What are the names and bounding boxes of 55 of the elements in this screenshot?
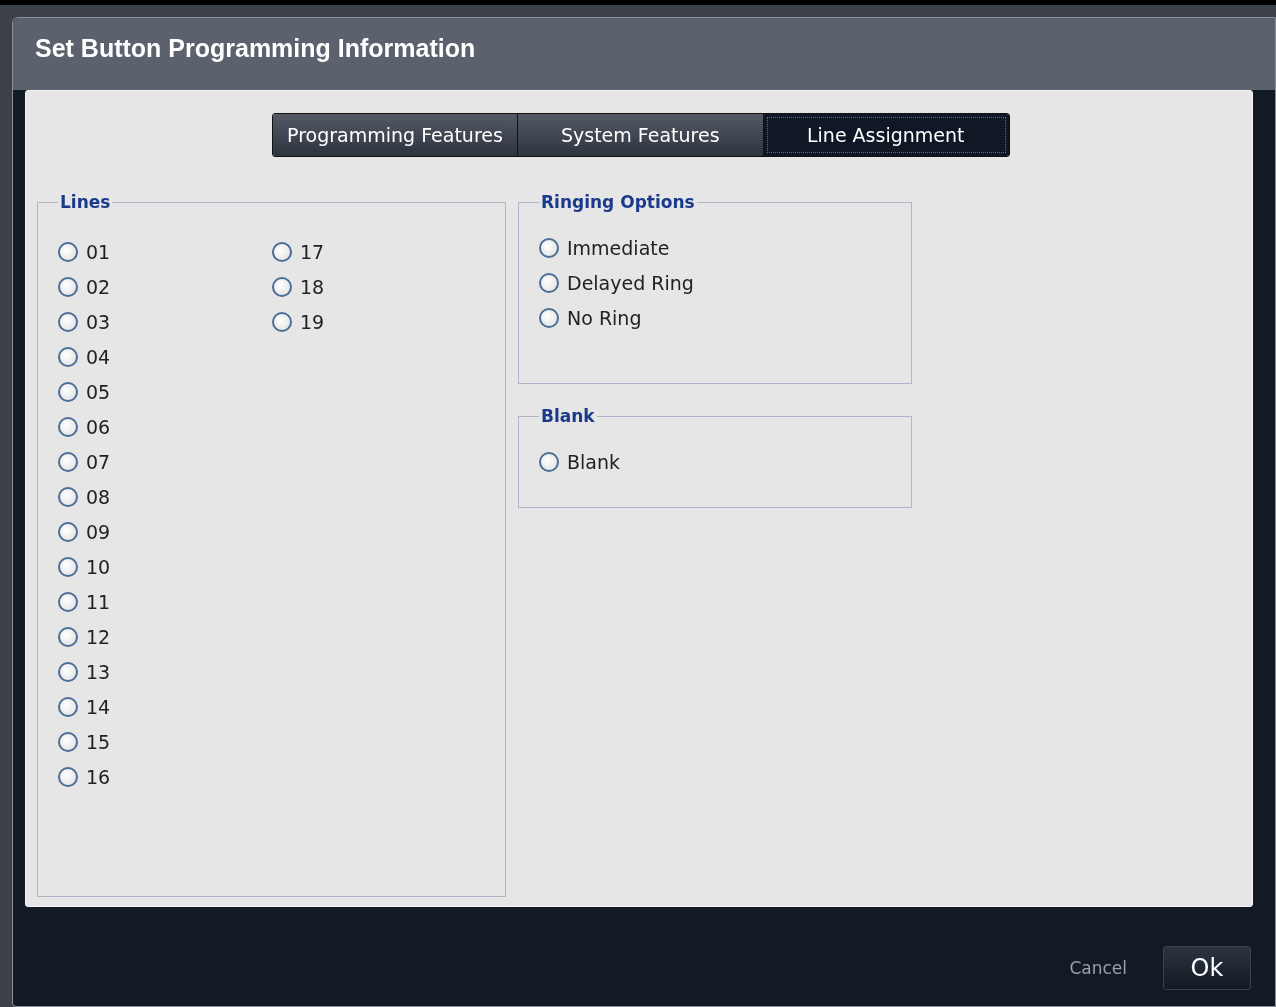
- group-title: Ringing Options: [540, 192, 696, 212]
- radio-button[interactable]: [58, 416, 78, 437]
- radio-button[interactable]: [58, 731, 78, 752]
- radio-label: 05: [86, 380, 111, 403]
- cancel-button[interactable]: Cancel: [1063, 956, 1133, 979]
- radio-button[interactable]: [58, 381, 78, 402]
- radio-button[interactable]: [539, 237, 559, 258]
- radio-button[interactable]: [58, 696, 78, 717]
- radio-button[interactable]: [58, 591, 78, 612]
- radio-label: 06: [86, 415, 111, 438]
- radio-label: 07: [86, 450, 111, 473]
- radio-button[interactable]: [58, 661, 78, 682]
- ok-button[interactable]: Ok: [1163, 945, 1251, 990]
- radio-button[interactable]: [58, 556, 78, 577]
- radio-button[interactable]: [272, 276, 292, 297]
- radio-label: 14: [86, 695, 111, 718]
- radio-button[interactable]: [58, 276, 78, 297]
- radio-button[interactable]: [58, 346, 78, 367]
- radio-label: Immediate: [567, 236, 670, 259]
- radio-label: 02: [86, 275, 111, 298]
- radio-label: 16: [86, 765, 111, 788]
- radio-button[interactable]: [58, 486, 78, 507]
- radio-button[interactable]: [58, 311, 78, 332]
- tab[interactable]: System Features: [518, 114, 764, 156]
- radio-label: 10: [86, 555, 111, 578]
- radio-label: 12: [86, 625, 111, 648]
- radio-button[interactable]: [58, 241, 78, 262]
- radio-label: 17: [300, 240, 325, 263]
- radio-label: 19: [300, 310, 325, 333]
- radio-button[interactable]: [539, 451, 559, 472]
- radio-button[interactable]: [58, 451, 78, 472]
- radio-label: 03: [86, 310, 111, 333]
- radio-label: 01: [86, 240, 111, 263]
- radio-label: 18: [300, 275, 325, 298]
- radio-button[interactable]: [58, 626, 78, 647]
- radio-label: 04: [86, 345, 111, 368]
- radio-button[interactable]: [58, 521, 78, 542]
- tab[interactable]: Programming Features: [273, 114, 518, 156]
- radio-button[interactable]: [539, 307, 559, 328]
- radio-label: 13: [86, 660, 111, 683]
- radio-label: 09: [86, 520, 111, 543]
- group-title: Lines: [59, 192, 112, 212]
- radio-button[interactable]: [272, 311, 292, 332]
- radio-label: No Ring: [567, 306, 642, 329]
- dialog-title: Set Button Programming Information: [35, 34, 476, 63]
- group-title: Blank: [540, 406, 596, 426]
- radio-button[interactable]: [272, 241, 292, 262]
- radio-label: 15: [86, 730, 111, 753]
- radio-label: Delayed Ring: [567, 271, 694, 294]
- radio-label: 08: [86, 485, 111, 508]
- tab[interactable]: Line Assignment: [763, 114, 1009, 156]
- radio-label: Blank: [567, 450, 620, 473]
- radio-label: 11: [86, 590, 111, 613]
- radio-button[interactable]: [539, 272, 559, 293]
- radio-button[interactable]: [58, 766, 78, 787]
